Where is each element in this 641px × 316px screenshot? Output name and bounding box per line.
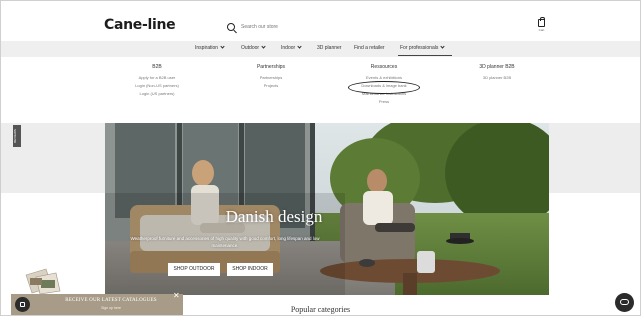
- cart-icon[interactable]: [538, 17, 545, 27]
- mega-menu: B2B Apply for a B2B user Login (Non-US p…: [1, 57, 640, 123]
- nav-item-find-retailer[interactable]: Find a retailer: [354, 45, 385, 51]
- mega-link[interactable]: Apply for a B2B user: [109, 74, 205, 82]
- catalogue-signup-bar[interactable]: RECEIVE OUR LATEST CATALOGUES Sign up he…: [11, 292, 183, 315]
- nav-item-for-professionals[interactable]: For professionals: [400, 44, 445, 51]
- mega-link[interactable]: Login (Non-US partners): [109, 82, 205, 90]
- mega-link[interactable]: Press: [339, 98, 429, 106]
- close-icon[interactable]: ✕: [173, 292, 180, 300]
- catalogue-image: [25, 268, 61, 295]
- shop-indoor-button[interactable]: SHOP INDOOR: [227, 263, 273, 276]
- mega-link[interactable]: Partnerships: [229, 74, 313, 82]
- reviews-side-tab[interactable]: REVIEWS: [13, 125, 21, 147]
- shopping-bag-icon[interactable]: [15, 297, 30, 312]
- mega-column-3d-planner-b2b: 3D planner B2B 3D planner B2B: [457, 64, 537, 82]
- mega-column-b2b: B2B Apply for a B2B user Login (Non-US p…: [109, 64, 205, 98]
- nav-item-outdoor[interactable]: Outdoor: [241, 44, 266, 51]
- mega-column-title: B2B: [152, 64, 162, 70]
- mega-column-partnerships: Partnerships Partnerships Projects: [229, 64, 313, 90]
- nav-item-3d-planner[interactable]: 3D planner: [317, 45, 341, 51]
- hero-banner: Danish design Weatherproof furniture and…: [105, 123, 549, 295]
- search-input[interactable]: [241, 24, 331, 30]
- hero-subtitle: Weatherproof furniture and accessories o…: [130, 236, 320, 248]
- chevron-down-icon: [440, 44, 445, 49]
- catalogue-subtitle[interactable]: Sign up here: [51, 306, 171, 310]
- mega-link[interactable]: Login (US partners): [109, 90, 205, 98]
- cart-label: Cart: [538, 28, 545, 32]
- cart-button[interactable]: Cart: [538, 17, 545, 32]
- main-nav: Inspiration Outdoor Indoor 3D planner Fi…: [1, 41, 640, 57]
- chevron-down-icon: [220, 44, 225, 49]
- mega-column-title: 3D planner B2B: [479, 64, 515, 70]
- highlight-circle-annotation: [348, 81, 420, 94]
- catalogue-title: RECEIVE OUR LATEST CATALOGUES: [65, 298, 157, 303]
- hero-title: Danish design: [225, 207, 323, 226]
- chevron-down-icon: [261, 44, 266, 49]
- mega-link[interactable]: Projects: [229, 82, 313, 90]
- chevron-down-icon: [297, 44, 302, 49]
- search-bar[interactable]: [227, 21, 331, 33]
- nav-item-inspiration[interactable]: Inspiration: [195, 44, 225, 51]
- mega-link[interactable]: 3D planner B2B: [457, 74, 537, 82]
- chat-icon[interactable]: [615, 293, 634, 312]
- search-icon[interactable]: [227, 23, 235, 31]
- site-header: Cane-line Cart: [1, 1, 640, 41]
- browser-frame: Cane-line Cart Inspiration Outdoor Indoo…: [0, 0, 641, 316]
- mega-column-title: Ressources: [370, 64, 398, 70]
- logo[interactable]: Cane-line: [104, 17, 176, 33]
- active-nav-underline: [398, 55, 452, 56]
- shop-outdoor-button[interactable]: SHOP OUTDOOR: [168, 263, 220, 276]
- mega-column-title: Partnerships: [256, 64, 286, 70]
- nav-item-indoor[interactable]: Indoor: [281, 44, 302, 51]
